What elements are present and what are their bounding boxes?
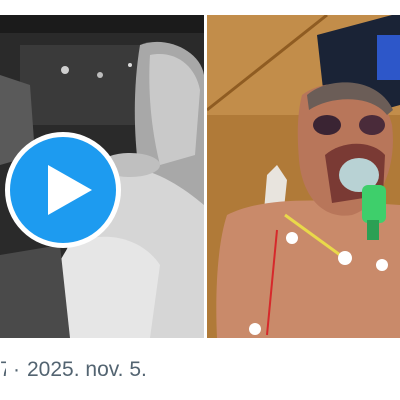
post-date[interactable]: 2025. nov. 5. (27, 358, 147, 381)
photo-thumbnail[interactable] (207, 15, 400, 338)
play-button[interactable] (5, 132, 121, 248)
play-icon (48, 165, 92, 215)
photo-illustration (207, 15, 400, 338)
video-thumbnail[interactable] (0, 15, 204, 338)
separator-dot: · (13, 358, 20, 381)
media-grid (0, 15, 400, 338)
post-metadata: 7· 2025. nov. 5. (0, 356, 147, 384)
